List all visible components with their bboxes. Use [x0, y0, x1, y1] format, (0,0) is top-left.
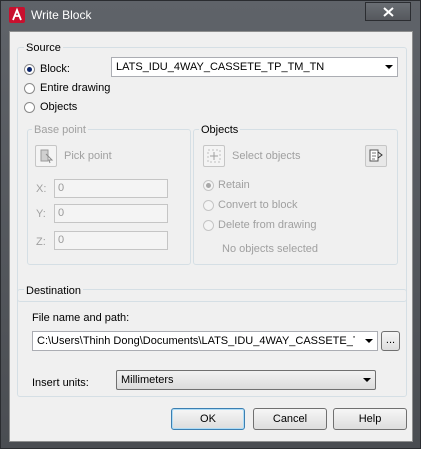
file-name-label: File name and path: [32, 312, 130, 324]
entire-drawing-label[interactable]: Entire drawing [40, 82, 110, 94]
x-field-value: 0 [58, 182, 65, 194]
x-label: X: [36, 183, 47, 195]
chevron-down-icon [385, 65, 393, 69]
destination-legend: Destination [24, 285, 84, 297]
window-title: Write Block [31, 8, 92, 22]
browse-label: ... [385, 334, 396, 346]
delete-from-drawing-radio[interactable] [203, 220, 214, 231]
insert-units-value: Millimeters [121, 374, 174, 386]
write-block-window: Write Block Source Block: LATS_IDU_4WAY_… [0, 0, 421, 449]
select-objects-icon [207, 149, 221, 163]
block-radio-label[interactable]: Block: [40, 63, 70, 75]
convert-to-block-radio[interactable] [203, 200, 214, 211]
objects-radio-label[interactable]: Objects [40, 101, 77, 113]
select-objects-button[interactable] [203, 145, 225, 167]
browse-button[interactable]: ... [381, 331, 400, 351]
z-label: Z: [36, 236, 46, 248]
chevron-down-icon [363, 378, 371, 382]
title-bar[interactable]: Write Block [1, 1, 420, 31]
ok-label: OK [200, 413, 216, 425]
y-field-value: 0 [58, 207, 65, 219]
z-field[interactable]: 0 [54, 231, 168, 250]
z-field-value: 0 [58, 234, 65, 246]
objects-legend: Objects [199, 124, 241, 136]
close-button[interactable] [365, 2, 411, 21]
block-select-value: LATS_IDU_4WAY_CASSETE_TP_TM_TN [116, 61, 325, 73]
objects-radio[interactable] [24, 102, 35, 113]
cancel-label: Cancel [272, 413, 308, 425]
retain-label[interactable]: Retain [218, 179, 250, 191]
quick-select-icon [369, 149, 383, 162]
file-path-combo[interactable]: C:\Users\Thinh Dong\Documents\LATS_IDU_4… [32, 331, 378, 351]
objects-status: No objects selected [222, 243, 318, 255]
help-button[interactable]: Help [333, 408, 407, 430]
block-select[interactable]: LATS_IDU_4WAY_CASSETE_TP_TM_TN [111, 57, 398, 77]
block-radio[interactable] [24, 64, 35, 75]
pick-point-button[interactable] [35, 145, 57, 167]
dialog-client: Source Block: LATS_IDU_4WAY_CASSETE_TP_T… [9, 31, 413, 442]
select-objects-label: Select objects [232, 150, 301, 162]
retain-radio[interactable] [203, 180, 214, 191]
delete-from-drawing-label[interactable]: Delete from drawing [218, 219, 316, 231]
x-field[interactable]: 0 [54, 179, 168, 198]
quick-select-button[interactable] [365, 145, 387, 167]
entire-drawing-radio[interactable] [24, 83, 35, 94]
cancel-button[interactable]: Cancel [253, 408, 327, 430]
insert-units-select[interactable]: Millimeters [116, 370, 376, 390]
pick-point-icon [40, 149, 54, 164]
convert-to-block-label[interactable]: Convert to block [218, 199, 297, 211]
file-path-value: C:\Users\Thinh Dong\Documents\LATS_IDU_4… [37, 335, 355, 347]
y-field[interactable]: 0 [54, 204, 168, 223]
source-legend: Source [24, 42, 63, 54]
pick-point-label: Pick point [64, 150, 112, 162]
chevron-down-icon [365, 339, 373, 343]
base-point-legend: Base point [32, 124, 88, 136]
ok-button[interactable]: OK [171, 408, 245, 430]
y-label: Y: [36, 208, 46, 220]
insert-units-label: Insert units: [32, 377, 89, 389]
close-icon [383, 7, 394, 17]
help-label: Help [358, 413, 382, 425]
autocad-icon [9, 7, 25, 23]
